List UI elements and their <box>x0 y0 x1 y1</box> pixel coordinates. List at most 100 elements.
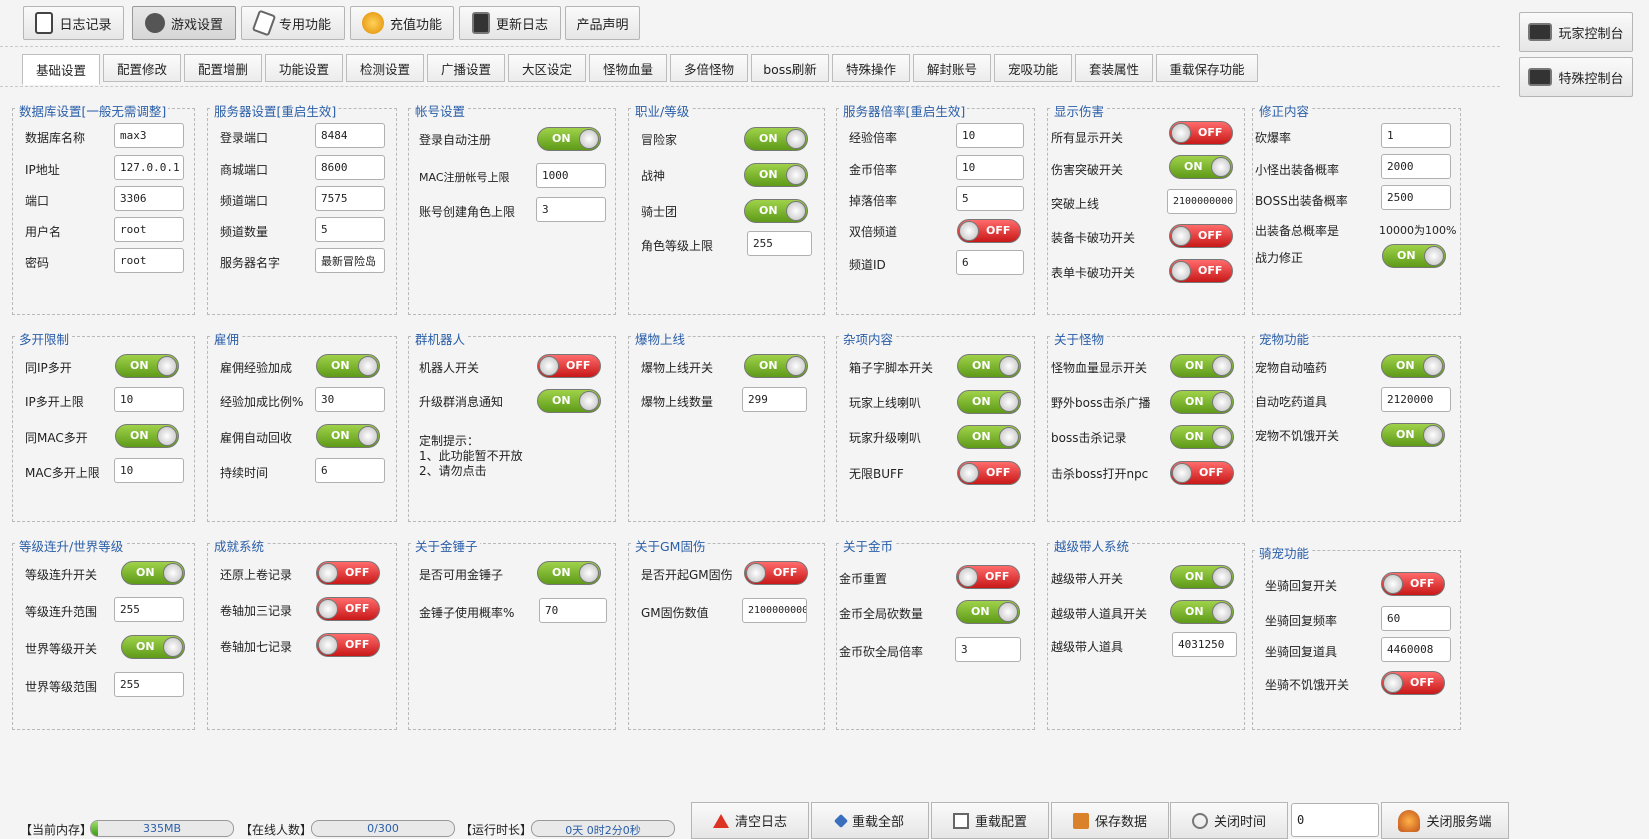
exp-bonus-input[interactable]: 30 <box>315 387 385 412</box>
box-script-toggle[interactable]: ON <box>957 354 1021 378</box>
tab-reload-save[interactable]: 重载保存功能 <box>1156 54 1258 82</box>
close-time-input[interactable]: 0 <box>1291 803 1379 837</box>
same-ip-toggle[interactable]: ON <box>115 354 179 378</box>
exp-rate-input[interactable]: 10 <box>956 123 1024 148</box>
db-password-input[interactable]: root <box>114 248 184 273</box>
duration-input[interactable]: 6 <box>315 458 385 483</box>
tab-config-add-remove[interactable]: 配置增删 <box>184 54 262 82</box>
tab-set-attributes[interactable]: 套装属性 <box>1075 54 1153 82</box>
db-user-input[interactable]: root <box>114 217 184 242</box>
mount-frequency-input[interactable]: 60 <box>1381 606 1451 631</box>
server-name-input[interactable]: 最新冒险岛 <box>315 248 385 273</box>
special-console-button[interactable]: 特殊控制台 <box>1519 57 1633 97</box>
blast-count-input[interactable]: 299 <box>742 387 807 412</box>
ip-limit-input[interactable]: 10 <box>114 387 184 412</box>
game-settings-button[interactable]: 游戏设置 <box>132 6 236 40</box>
tab-unban-account[interactable]: 解封账号 <box>913 54 991 82</box>
login-port-input[interactable]: 8484 <box>315 123 385 148</box>
close-time-button[interactable]: 关闭时间 <box>1170 802 1288 839</box>
hire-recycle-toggle[interactable]: ON <box>316 424 380 448</box>
db-ip-input[interactable]: 127.0.0.1 <box>114 155 184 180</box>
mac-account-limit-input[interactable]: 1000 <box>536 163 606 188</box>
break-limit-input[interactable]: 2100000000 <box>1167 189 1237 214</box>
tab-pet-suck[interactable]: 宠吸功能 <box>994 54 1072 82</box>
carry-toggle[interactable]: ON <box>1170 565 1234 589</box>
aran-toggle[interactable]: ON <box>744 163 808 187</box>
scroll-plus3-toggle[interactable]: OFF <box>316 597 380 621</box>
levelup-notify-toggle[interactable]: ON <box>537 389 601 413</box>
boss-npc-toggle[interactable]: OFF <box>1170 461 1234 485</box>
tab-region-settings[interactable]: 大区设定 <box>508 54 586 82</box>
equip-break-toggle[interactable]: OFF <box>1169 224 1233 248</box>
boss-kill-record-toggle[interactable]: ON <box>1170 425 1234 449</box>
adventurer-toggle[interactable]: ON <box>744 127 808 151</box>
save-data-button[interactable]: 保存数据 <box>1051 802 1169 839</box>
level-chain-range-input[interactable]: 255 <box>114 597 184 622</box>
damage-break-toggle[interactable]: ON <box>1169 155 1233 179</box>
tab-special-ops[interactable]: 特殊操作 <box>832 54 910 82</box>
carry-item-toggle[interactable]: ON <box>1170 600 1234 624</box>
special-function-button[interactable]: 专用功能 <box>241 6 345 40</box>
world-level-range-input[interactable]: 255 <box>114 672 184 697</box>
scroll-plus7-toggle[interactable]: OFF <box>316 633 380 657</box>
level-chain-toggle[interactable]: ON <box>121 561 185 585</box>
cut-rate-input[interactable]: 1 <box>1381 123 1451 148</box>
potion-item-input[interactable]: 2120000 <box>1381 387 1451 412</box>
restore-scroll-toggle[interactable]: OFF <box>316 561 380 585</box>
channel-id-input[interactable]: 6 <box>956 250 1024 275</box>
reload-config-button[interactable]: 重载配置 <box>931 802 1049 839</box>
tab-function-settings[interactable]: 功能设置 <box>265 54 343 82</box>
small-mob-drop-input[interactable]: 2000 <box>1381 154 1451 179</box>
mount-recovery-toggle[interactable]: OFF <box>1381 572 1445 596</box>
gold-global-cut-toggle[interactable]: ON <box>956 600 1020 624</box>
boss-kill-broadcast-toggle[interactable]: ON <box>1170 390 1234 414</box>
drop-rate-input[interactable]: 5 <box>956 186 1024 211</box>
tab-boss-refresh[interactable]: boss刷新 <box>751 54 829 82</box>
shutdown-server-button[interactable]: 关闭服务端 <box>1381 802 1509 839</box>
clear-log-button[interactable]: 清空日志 <box>691 802 809 839</box>
product-statement-button[interactable]: 产品声明 <box>565 6 640 40</box>
log-record-button[interactable]: 日志记录 <box>23 6 124 40</box>
auto-register-toggle[interactable]: ON <box>537 127 601 151</box>
item-blast-toggle[interactable]: ON <box>744 354 808 378</box>
mount-item-input[interactable]: 4460008 <box>1381 637 1451 662</box>
tab-config-modify[interactable]: 配置修改 <box>103 54 181 82</box>
pet-no-hunger-toggle[interactable]: ON <box>1381 423 1445 447</box>
bot-toggle[interactable]: OFF <box>537 354 601 378</box>
player-console-button[interactable]: 玩家控制台 <box>1519 12 1633 52</box>
channel-count-input[interactable]: 5 <box>315 217 385 242</box>
infinite-buff-toggle[interactable]: OFF <box>957 461 1021 485</box>
hammer-rate-input[interactable]: 70 <box>539 598 607 623</box>
meso-rate-input[interactable]: 10 <box>956 155 1024 180</box>
form-break-toggle[interactable]: OFF <box>1169 259 1233 283</box>
channel-port-input[interactable]: 7575 <box>315 186 385 211</box>
tab-broadcast-settings[interactable]: 广播设置 <box>427 54 505 82</box>
update-log-button[interactable]: 更新日志 <box>459 6 561 40</box>
boss-drop-input[interactable]: 2500 <box>1381 185 1451 210</box>
tab-multi-monster[interactable]: 多倍怪物 <box>670 54 748 82</box>
hire-exp-toggle[interactable]: ON <box>316 354 380 378</box>
pet-auto-potion-toggle[interactable]: ON <box>1381 354 1445 378</box>
all-display-toggle[interactable]: OFF <box>1169 121 1233 145</box>
cygnus-toggle[interactable]: ON <box>744 199 808 223</box>
golden-hammer-toggle[interactable]: ON <box>537 561 601 585</box>
online-horn-toggle[interactable]: ON <box>957 390 1021 414</box>
monster-hp-toggle[interactable]: ON <box>1170 354 1234 378</box>
world-level-toggle[interactable]: ON <box>121 635 185 659</box>
gm-damage-value-input[interactable]: 2100000000 <box>742 598 807 623</box>
same-mac-toggle[interactable]: ON <box>115 424 179 448</box>
gm-fixed-damage-toggle[interactable]: OFF <box>744 561 808 585</box>
levelup-horn-toggle[interactable]: ON <box>957 425 1021 449</box>
power-fix-toggle[interactable]: ON <box>1382 244 1446 268</box>
shop-port-input[interactable]: 8600 <box>315 155 385 180</box>
mount-no-hunger-toggle[interactable]: OFF <box>1381 671 1445 695</box>
reload-all-button[interactable]: 重载全部 <box>811 802 929 839</box>
char-limit-input[interactable]: 3 <box>536 197 606 222</box>
level-limit-input[interactable]: 255 <box>747 231 812 256</box>
tab-basic-settings[interactable]: 基础设置 <box>22 54 100 85</box>
mac-limit-input[interactable]: 10 <box>114 458 184 483</box>
gold-reset-toggle[interactable]: OFF <box>956 565 1020 589</box>
tab-detection-settings[interactable]: 检测设置 <box>346 54 424 82</box>
gold-rate-input[interactable]: 3 <box>955 637 1021 662</box>
tab-monster-hp[interactable]: 怪物血量 <box>589 54 667 82</box>
